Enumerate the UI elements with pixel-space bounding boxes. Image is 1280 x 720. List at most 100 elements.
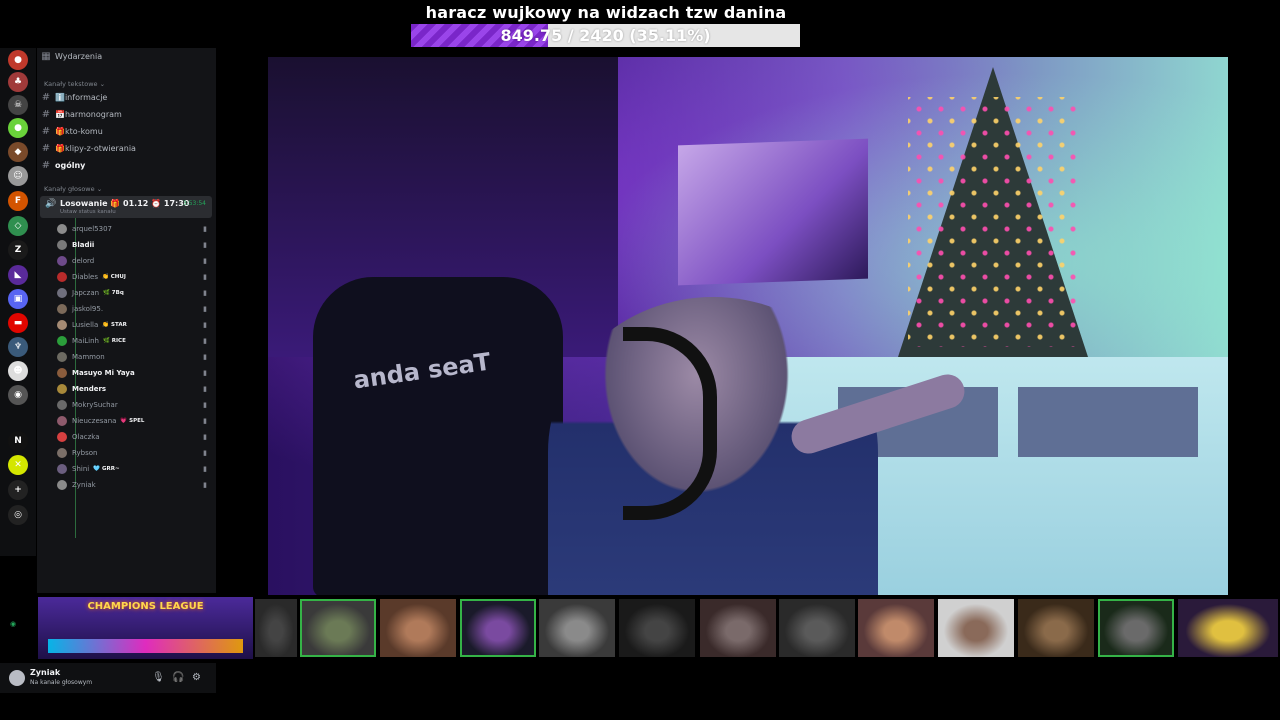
participant-thumbnail[interactable] [300, 599, 376, 657]
voice-member[interactable]: Lusiella 👏 STAR ▮ [57, 318, 207, 332]
user-panel: Zyniak Na kanale głosowym 🎙 🎧 ⚙ [0, 663, 216, 693]
text-channel-item[interactable]: # ogólny [37, 160, 216, 171]
member-name: Masuyo Mi Yaya [72, 369, 135, 377]
avatar [57, 368, 67, 378]
cabinet-slot [1018, 387, 1198, 457]
channel-sidebar: ▦ Wydarzenia Kanały tekstowe ⌄ # ℹ️inform… [37, 48, 216, 593]
avatar [57, 400, 67, 410]
voice-member[interactable]: Diables 👏 CHUJ ▮ [57, 270, 207, 284]
stream-icon: ▮ [203, 385, 207, 393]
server-icon[interactable]: ♆ [8, 337, 28, 357]
voice-channels-category[interactable]: Kanały głosowe ⌄ [44, 185, 223, 193]
member-name: Zyniak [72, 481, 96, 489]
avatar [57, 336, 67, 346]
server-icon[interactable]: ◇ [8, 216, 28, 236]
voice-member[interactable]: Japczan 🌿 7Bq ▮ [57, 286, 207, 300]
server-icon[interactable]: ✕ [8, 455, 28, 475]
member-name: Lusiella [72, 321, 99, 329]
voice-member[interactable]: Olaczka ▮ [57, 430, 207, 444]
voice-member[interactable]: Menders ▮ [57, 382, 207, 396]
participant-thumbnail[interactable] [1018, 599, 1094, 657]
voice-member[interactable]: Bladii ▮ [57, 238, 207, 252]
text-channels-category[interactable]: Kanały tekstowe ⌄ [44, 80, 223, 88]
stream-icon: ▮ [203, 305, 207, 313]
server-icon[interactable]: N [8, 431, 28, 451]
server-icon[interactable]: ☻ [8, 361, 28, 381]
participant-thumbnail[interactable] [619, 599, 695, 657]
voice-member[interactable]: Nieuczesana 💗 SPEL ▮ [57, 414, 207, 428]
member-name: Mammon [72, 353, 105, 361]
gear-icon[interactable]: ⚙ [192, 672, 201, 683]
text-channel-item[interactable]: # ℹ️informacje [37, 92, 216, 103]
voice-channel-name: Losowanie 🎁 01.12 ⏰ 17:30 [60, 199, 190, 208]
avatar [57, 448, 67, 458]
category-label: Kanały głosowe [44, 185, 95, 193]
user-name: Zyniak [30, 668, 61, 677]
avatar [57, 288, 67, 298]
voice-member[interactable]: arquel5307 ▮ [57, 222, 207, 236]
stream-icon: ▮ [203, 433, 207, 441]
participant-thumbnail[interactable] [1098, 599, 1174, 657]
voice-member[interactable]: jaskol95. ▮ [57, 302, 207, 316]
participant-thumbnail[interactable] [255, 599, 297, 657]
server-icon[interactable]: ◆ [8, 142, 28, 162]
hash-icon: # [41, 109, 51, 120]
server-icon[interactable]: ♣ [8, 72, 28, 92]
server-icon[interactable]: ◉ [8, 385, 28, 405]
voice-channel-active[interactable]: 🔊 Losowanie 🎁 01.12 ⏰ 17:30 3:53:54 Usta… [40, 196, 212, 218]
stream-icon: ▮ [203, 289, 207, 297]
participant-thumbnail[interactable] [779, 599, 855, 657]
gaming-chair [313, 277, 563, 595]
stream-icon: ▮ [203, 369, 207, 377]
microphone-icon[interactable]: 🎙 [152, 672, 165, 683]
text-channel-item[interactable]: # 🎁klipy-z-otwierania [37, 143, 216, 154]
headphones-icon[interactable]: 🎧 [172, 672, 184, 683]
voice-member[interactable]: MokrySuchar ▮ [57, 398, 207, 412]
participant-thumbnail[interactable] [539, 599, 615, 657]
main-video[interactable]: anda seaT [268, 57, 1228, 595]
voice-member[interactable]: delord ▮ [57, 254, 207, 268]
voice-member[interactable]: MaiLinh 🌿 RICE ▮ [57, 334, 207, 348]
avatar [57, 416, 67, 426]
channel-label: ogólny [55, 161, 86, 170]
wall-poster [678, 138, 868, 286]
stream-icon: ▮ [203, 481, 207, 489]
member-name: Rybson [72, 449, 98, 457]
member-name: Nieuczesana [72, 417, 117, 425]
server-icon[interactable]: ◎ [8, 505, 28, 525]
participant-thumbnail[interactable] [700, 599, 776, 657]
server-icon[interactable]: + [8, 480, 28, 500]
text-channel-item[interactable]: # 📅harmonogram [37, 109, 216, 120]
avatar [57, 272, 67, 282]
server-icon[interactable]: ▬ [8, 313, 28, 333]
server-icon[interactable]: ☠ [8, 95, 28, 115]
server-icon[interactable]: F [8, 191, 28, 211]
participant-thumbnail[interactable] [460, 599, 536, 657]
participant-thumbnail[interactable] [938, 599, 1014, 657]
text-channel-item[interactable]: # 🎁kto-komu [37, 126, 216, 137]
avatar[interactable] [9, 670, 25, 686]
voice-member[interactable]: Shini 🩵 GRR~ ▮ [57, 462, 207, 476]
category-label: Kanały tekstowe [44, 80, 98, 88]
member-name: Menders [72, 385, 107, 393]
server-icon[interactable]: ◣ [8, 265, 28, 285]
voice-channel-status[interactable]: Ustaw status kanału [60, 209, 116, 215]
stage-lights [48, 639, 243, 653]
participant-thumbnail[interactable] [380, 599, 456, 657]
goal-progress-text: 849.75 / 2420 (35.11%) [500, 26, 711, 45]
server-icon[interactable]: ▣ [8, 289, 28, 309]
server-icon[interactable]: Z [8, 240, 28, 260]
voice-member[interactable]: Mammon ▮ [57, 350, 207, 364]
server-icon[interactable]: ● [8, 118, 28, 138]
events-item[interactable]: ▦ Wydarzenia [37, 51, 216, 62]
server-icon[interactable]: ☺ [8, 166, 28, 186]
voice-member[interactable]: Masuyo Mi Yaya ▮ [57, 366, 207, 380]
server-icon[interactable]: ● [8, 50, 28, 70]
champions-league-thumbnail[interactable]: CHAMPIONS LEAGUE [38, 597, 253, 659]
voice-member[interactable]: Zyniak ▮ [57, 478, 207, 492]
participant-thumbnail[interactable] [1178, 599, 1278, 657]
stream-icon: ▮ [203, 353, 207, 361]
participant-thumbnail[interactable] [858, 599, 934, 657]
avatar [57, 224, 67, 234]
voice-member[interactable]: Rybson ▮ [57, 446, 207, 460]
